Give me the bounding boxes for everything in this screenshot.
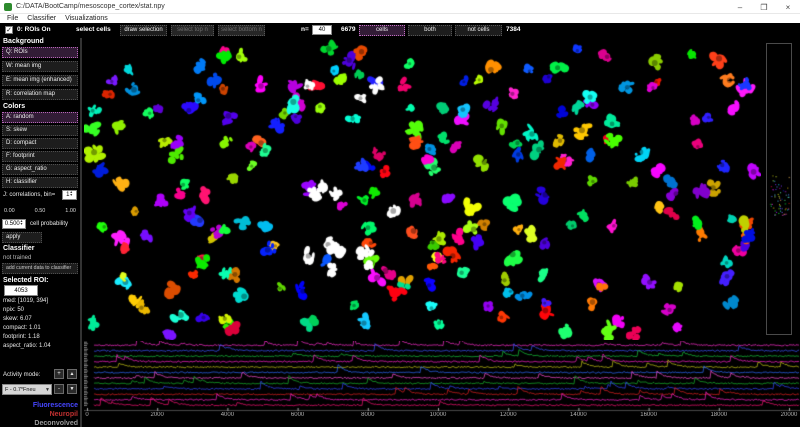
titlebar: C:/DATA/BootCamp/mesoscope_cortex/stat.n… [0,0,800,14]
app-icon [4,3,12,11]
cells-view-button[interactable]: cells [359,25,405,36]
activity-trace-plot[interactable] [84,341,800,412]
legend-neuropil: Neuropil [2,411,78,418]
color-aspect-ratio-button[interactable]: G: aspect_ratio [2,164,78,175]
colorbar-ticks: 0.00 0.50 1.00 [4,208,76,214]
menu-file[interactable]: File [5,15,20,22]
roi-image-view[interactable] [84,39,761,340]
bg-rois-button[interactable]: Q: ROIs [2,47,78,58]
color-classifier-button[interactable]: H: classifier [2,177,78,188]
suite2p-window: C:/DATA/BootCamp/mesoscope_cortex/stat.n… [0,0,800,427]
classifier-header: Classifier [3,245,35,252]
color-skew-button[interactable]: S: skew [2,125,78,136]
trace-down-button[interactable]: ▼ [67,384,77,394]
x-tick-label: 18000 [710,412,727,418]
menu-classifier[interactable]: Classifier [25,15,58,22]
both-view-button[interactable]: both [408,25,452,36]
x-tick-label: 20000 [781,412,798,418]
window-title: C:/DATA/BootCamp/mesoscope_cortex/stat.n… [16,3,165,10]
bin-spinbox[interactable]: 1▲▼ [62,190,77,200]
activity-mode-value: F - 0.7*Fneu [5,387,36,393]
roi-stat-aspect-ratio: aspect_ratio: 1.04 [3,343,51,349]
x-tick-label: 0 [85,412,88,418]
n-input[interactable]: 40 [312,25,332,35]
secondary-view-panel[interactable] [766,43,792,335]
legend-fluorescence: Fluorescence [2,402,78,409]
cells-count: 6679 [341,26,355,33]
colors-header: Colors [3,103,25,110]
window-controls: – ❐ × [728,0,800,14]
roi-number-input[interactable]: 4053 [4,285,38,296]
selected-roi-header: Selected ROI: [3,277,49,284]
menu-visualizations[interactable]: Visualizations [63,15,110,22]
bg-mean-img-enhanced-button[interactable]: E: mean img (enhanced) [2,75,78,86]
draw-selection-button[interactable]: draw selection [120,25,167,36]
cell-probability-spinbox[interactable]: 0.500▲▼ [2,219,26,229]
select-bottom-button[interactable]: select bottom n [218,25,265,36]
x-tick-label: 2000 [151,412,164,418]
activity-mode-select[interactable]: F - 0.7*Fneu ▼ [2,384,52,395]
rois-on-label: 0: ROIs On [17,26,51,33]
classifier-status: not trained [3,255,31,261]
bg-mean-img-button[interactable]: W: mean img [2,61,78,72]
cell-probability-label: cell probability [30,221,68,227]
prob-value: 0.500 [5,221,20,227]
sidebar-divider [80,38,82,427]
spin-arrows-icon: ▲▼ [69,191,72,197]
minimize-button[interactable]: – [728,0,752,14]
activity-mode-label: Activity mode: [3,372,40,378]
roi-stat-footprint: footprint: 1.18 [3,334,40,340]
chevron-down-icon: ▼ [45,385,50,395]
not-cells-view-button[interactable]: not cells [455,25,502,36]
color-compact-button[interactable]: D: compact [2,138,78,149]
x-tick-label: 12000 [500,412,517,418]
select-cells-label: select cells [76,26,111,33]
color-footprint-button[interactable]: F: footprint [2,151,78,162]
background-header: Background [3,38,44,45]
x-tick-label: 4000 [221,412,234,418]
x-tick-label: 10000 [430,412,447,418]
not-cells-count: 7384 [506,26,520,33]
legend-deconvolved: Deconvolved [2,420,78,427]
correlations-bin-label: J: correlations, bin= [3,192,55,198]
colorbar-tick-0: 0.00 [4,208,15,214]
x-tick-label: 8000 [361,412,374,418]
rois-on-checkbox[interactable]: ✓ [5,26,13,34]
x-axis-labels: 0 2000 4000 6000 8000 10000 12000 14000 16000 180… [84,412,800,424]
add-data-to-classifier-button[interactable]: add current data to classifier [2,263,78,274]
close-button[interactable]: × [776,0,800,14]
select-top-button[interactable]: select top n [171,25,214,36]
x-tick-label: 16000 [640,412,657,418]
restore-button[interactable]: ❐ [752,0,776,14]
x-tick-label: 14000 [570,412,587,418]
x-tick-label: 6000 [291,412,304,418]
zoom-out-button[interactable]: - [54,384,64,394]
roi-stat-npix: npix: 50 [3,307,24,313]
apply-button[interactable]: apply [2,232,42,243]
n-label: n= [301,26,309,33]
color-random-button[interactable]: A: random [2,112,78,123]
spin-arrows-icon: ▲▼ [20,220,23,226]
roi-stat-skew: skew: 6.07 [3,316,32,322]
menubar: File Classifier Visualizations [0,14,800,23]
colorbar-tick-1: 0.50 [35,208,46,214]
roi-stat-med: med: [1019, 394] [3,298,48,304]
zoom-in-button[interactable]: + [54,369,64,379]
bg-correlation-map-button[interactable]: R: correlation map [2,89,78,100]
trace-up-button[interactable]: ▲ [67,369,77,379]
roi-stat-compact: compact: 1.01 [3,325,41,331]
colorbar-tick-2: 1.00 [65,208,76,214]
